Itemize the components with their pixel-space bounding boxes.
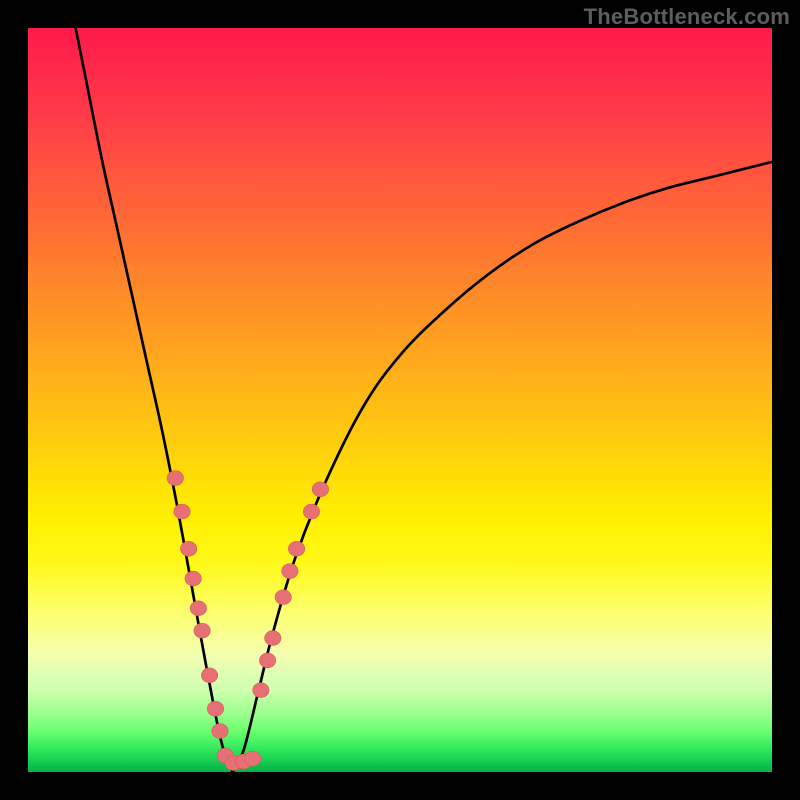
bottleneck-curve bbox=[76, 28, 772, 772]
data-marker bbox=[282, 564, 298, 579]
data-marker bbox=[244, 751, 260, 766]
chart-container: TheBottleneck.com bbox=[0, 0, 800, 800]
watermark-text: TheBottleneck.com bbox=[584, 4, 790, 30]
data-marker bbox=[265, 631, 281, 646]
data-marker bbox=[181, 541, 197, 556]
data-marker bbox=[207, 701, 223, 716]
curve-svg bbox=[28, 28, 772, 772]
data-marker bbox=[194, 623, 210, 638]
data-marker bbox=[190, 601, 206, 616]
data-marker bbox=[312, 482, 328, 497]
data-marker bbox=[174, 504, 190, 519]
data-marker bbox=[167, 471, 183, 486]
curve-left-branch bbox=[76, 28, 233, 772]
data-marker bbox=[275, 590, 291, 605]
data-marker bbox=[185, 571, 201, 586]
curve-right-branch bbox=[233, 162, 772, 772]
data-marker bbox=[212, 724, 228, 739]
data-marker bbox=[288, 541, 304, 556]
data-marker bbox=[253, 683, 269, 698]
data-markers bbox=[167, 471, 328, 771]
plot-area bbox=[28, 28, 772, 772]
data-marker bbox=[201, 668, 217, 683]
data-marker bbox=[259, 653, 275, 668]
data-marker bbox=[303, 504, 319, 519]
